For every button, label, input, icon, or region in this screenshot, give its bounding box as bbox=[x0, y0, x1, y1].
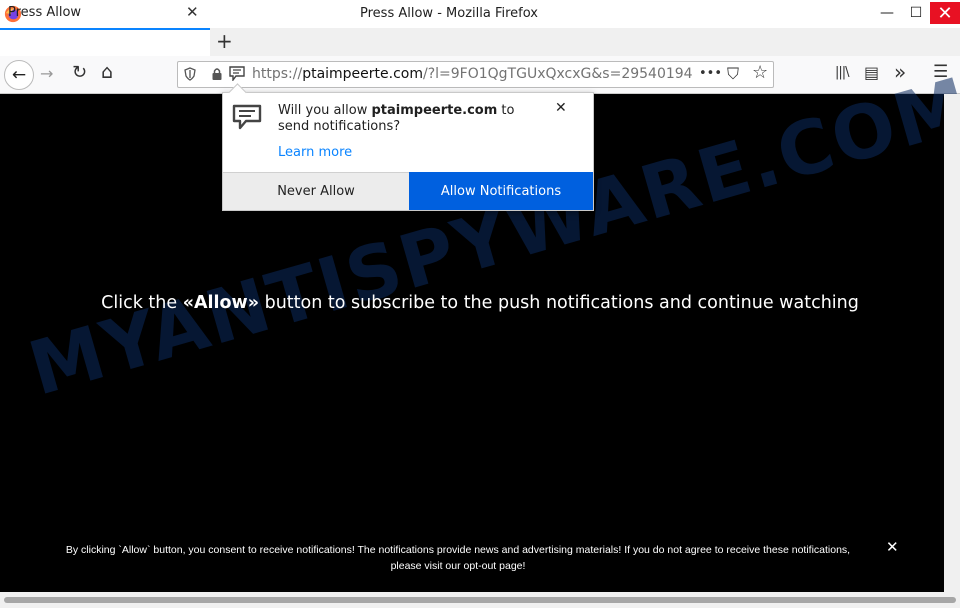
vertical-scrollbar[interactable] bbox=[944, 94, 960, 592]
main-message-start: Click the bbox=[101, 293, 183, 313]
url-host: ptaimpeerte.com bbox=[302, 66, 423, 82]
url-path: /?l=9FO1QgTGUxQxcxG&s=29540194050 bbox=[423, 66, 692, 82]
popup-message-start: Will you allow bbox=[278, 103, 372, 118]
tab-label: Press Allow bbox=[8, 5, 82, 20]
learn-more-link[interactable]: Learn more bbox=[278, 145, 352, 160]
consent-footer: By clicking `Allow` button, you consent … bbox=[30, 542, 886, 574]
library-icon[interactable]: |||\ bbox=[835, 65, 849, 80]
back-button[interactable]: ← bbox=[4, 60, 34, 90]
allow-notifications-button[interactable]: Allow Notifications bbox=[409, 172, 593, 210]
new-tab-button[interactable]: + bbox=[216, 29, 233, 53]
home-button[interactable]: ⌂ bbox=[101, 61, 113, 83]
never-allow-button[interactable]: Never Allow bbox=[223, 172, 409, 210]
main-message-allow: «Allow» bbox=[182, 293, 260, 313]
main-message: Click the «Allow» button to subscribe to… bbox=[0, 293, 960, 313]
reload-button[interactable]: ↻ bbox=[72, 62, 87, 83]
footer-close-icon[interactable]: ✕ bbox=[886, 538, 899, 556]
window-close-button[interactable]: ✕ bbox=[930, 2, 960, 24]
main-message-end: button to subscribe to the push notifica… bbox=[259, 293, 859, 313]
consent-line-1: By clicking `Allow` button, you consent … bbox=[65, 544, 851, 556]
tab-close-icon[interactable]: ✕ bbox=[186, 3, 199, 21]
page-actions-button[interactable]: ••• bbox=[699, 66, 722, 81]
minimize-button[interactable]: — bbox=[872, 0, 902, 26]
popup-site: ptaimpeerte.com bbox=[371, 103, 498, 118]
tab-press-allow[interactable] bbox=[0, 28, 210, 56]
forward-button[interactable]: → bbox=[40, 64, 53, 83]
pocket-icon[interactable]: ⛉ bbox=[727, 64, 739, 84]
horizontal-scrollbar-thumb[interactable] bbox=[4, 597, 956, 603]
url-prefix: https:// bbox=[252, 66, 303, 82]
url-text[interactable]: https://ptaimpeerte.com/?l=9FO1QgTGUxQxc… bbox=[252, 66, 692, 82]
shield-icon[interactable] bbox=[184, 67, 196, 81]
sidebar-icon[interactable]: ▤ bbox=[864, 63, 879, 82]
popup-message: Will you allow ptaimpeerte.com to send n… bbox=[278, 103, 548, 135]
lock-icon[interactable] bbox=[211, 67, 223, 81]
consent-line-2[interactable]: please visit our opt-out page! bbox=[30, 558, 886, 574]
bookmark-star-icon[interactable]: ☆ bbox=[752, 62, 768, 83]
chat-bubble-icon bbox=[232, 104, 262, 130]
popup-close-icon[interactable]: ✕ bbox=[555, 100, 567, 116]
maximize-button[interactable]: ☐ bbox=[901, 0, 931, 26]
window-title: Press Allow - Mozilla Firefox bbox=[360, 6, 538, 21]
notification-permission-icon[interactable] bbox=[229, 66, 245, 81]
